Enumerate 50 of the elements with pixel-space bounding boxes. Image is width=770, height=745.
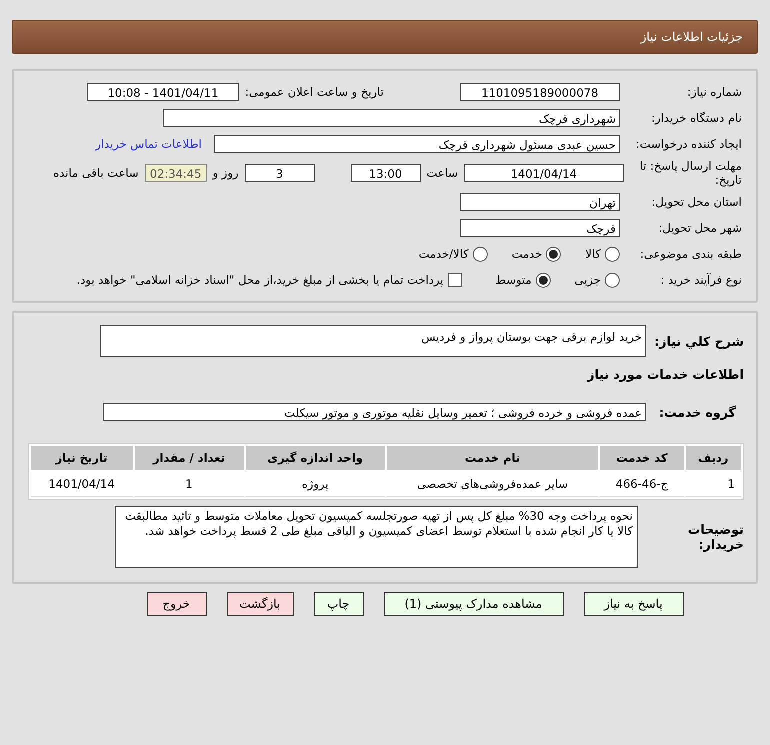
checkbox[interactable]: [448, 273, 462, 287]
field-label: استان محل تحویل:: [650, 195, 743, 209]
radio-button[interactable]: [605, 246, 620, 262]
field-label: شهر محل تحویل:: [658, 221, 743, 235]
field-label: گروه خدمت:: [658, 404, 737, 420]
option-label: جزیی: [574, 273, 601, 287]
radio-button[interactable]: [546, 246, 562, 262]
field-label: توضیحات خریدار:: [687, 522, 744, 552]
column-header: نام خدمت: [387, 446, 598, 470]
field-label: روز و: [212, 166, 239, 180]
contact-link[interactable]: اطلاعات تماس خریدار: [95, 137, 202, 151]
column-header: تعداد / مقدار: [134, 446, 244, 470]
section-title: اطلاعات خدمات مورد نیاز: [588, 366, 744, 382]
countdown-field: 02:34:45: [144, 164, 207, 182]
field-label: ایجاد کننده درخواست:: [635, 137, 743, 151]
notes-field: نحوه پرداخت وجه 30% مبلغ کل پس از تهیه صورتجلسه کمیسیون تحویل معاملات متوسط و تائید مطالبقت کالا یا کار انجام شده با استعلام توسط اعضای کمیسیون و الباقی مبلغ طی 2 قسط پرداخت خواهد شد.: [115, 506, 638, 568]
column-header: واحد اندازه گیری: [246, 446, 385, 470]
field-label: شماره نیاز:: [686, 85, 743, 99]
option-label: متوسط: [496, 273, 532, 287]
radio-button[interactable]: [605, 272, 620, 288]
days-field: 3: [244, 164, 315, 182]
field-label: طبقه بندی موضوعی:: [639, 247, 743, 261]
date-field: 1401/04/14: [464, 164, 624, 182]
date-field: 1401/04/11 - 10:08: [87, 83, 240, 101]
page-title: جزئیات اطلاعات نیاز: [12, 20, 758, 54]
option-label: کالا/خدمت: [418, 247, 469, 261]
action-button[interactable]: مشاهده مدارک پیوستی (1): [384, 592, 564, 616]
field-label: نوع فرآیند خرید :: [660, 273, 743, 287]
field-label: نام دستگاه خریدار:: [650, 111, 743, 125]
column-header: ردیف: [686, 446, 741, 470]
field-label: تاریخ و ساعت اعلان عمومی:: [245, 85, 384, 99]
action-button[interactable]: پاسخ به نیاز: [584, 592, 684, 616]
need-number-field: 1101095189000078: [460, 83, 620, 101]
time-field: 13:00: [350, 164, 421, 182]
column-header: کد خدمت: [600, 446, 684, 470]
radio-button[interactable]: [472, 246, 488, 262]
action-button[interactable]: چاپ: [314, 592, 364, 616]
option-label: کالا: [585, 247, 601, 261]
field-label: ساعت باقی مانده: [54, 166, 139, 180]
radio-button[interactable]: [536, 272, 551, 288]
service-group-field: عمده فروشی و خرده فروشی ؛ تعمیر وسایل نقلیه موتوری و موتور سیکلت: [103, 403, 646, 421]
field-label: ساعت: [426, 166, 458, 180]
field-label: شرح کلي نياز:: [654, 334, 744, 348]
option-label: خدمت: [512, 247, 542, 261]
description-field: خرید لوازم برقی جهت بوستان پرواز و فردیس: [100, 325, 646, 357]
action-button[interactable]: بازگشت: [226, 592, 294, 616]
action-button[interactable]: خروج: [146, 592, 206, 616]
column-header: تاریخ نیاز: [31, 446, 133, 470]
field-label: مهلت ارسال پاسخ: تا تاریخ:: [638, 159, 743, 187]
checkbox-label: پرداخت تمام یا بخشی از مبلغ خرید،از محل "اسناد خزانه اسلامی" خواهد بود.: [76, 273, 444, 287]
